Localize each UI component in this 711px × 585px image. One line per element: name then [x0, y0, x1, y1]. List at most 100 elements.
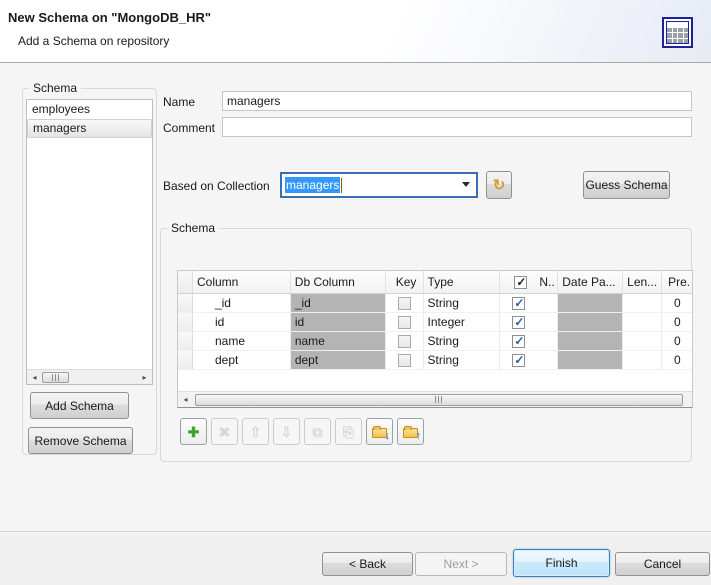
- cell-precision[interactable]: 0: [662, 313, 693, 332]
- name-input[interactable]: [222, 91, 692, 111]
- cell-db-column[interactable]: dept: [291, 351, 386, 370]
- scrollbar-thumb[interactable]: [42, 372, 69, 383]
- sync-icon: ↻: [493, 177, 506, 194]
- col-header-nullable[interactable]: N..: [500, 271, 558, 293]
- cell-column[interactable]: dept: [193, 351, 291, 370]
- export-schema-button[interactable]: ↑: [397, 418, 424, 445]
- add-column-button[interactable]: ✚: [180, 418, 207, 445]
- nullable-checkbox[interactable]: [512, 316, 525, 329]
- cell-key[interactable]: [386, 313, 424, 332]
- schema-list-group-label: Schema: [29, 81, 81, 95]
- move-up-button: ⇧: [242, 418, 269, 445]
- add-schema-button[interactable]: Add Schema: [30, 392, 129, 419]
- cancel-button[interactable]: Cancel: [615, 552, 710, 576]
- dialog-subtitle: Add a Schema on repository: [18, 34, 169, 48]
- guess-schema-button[interactable]: Guess Schema: [583, 171, 670, 199]
- scroll-left-icon[interactable]: ◂: [178, 395, 193, 404]
- cell-precision[interactable]: 0: [662, 351, 693, 370]
- select-all-nullable-checkbox[interactable]: [514, 276, 527, 289]
- cell-nullable[interactable]: [500, 332, 558, 351]
- cell-length[interactable]: [623, 294, 662, 313]
- arrow-down-icon: ⇩: [281, 425, 293, 439]
- nullable-checkbox[interactable]: [512, 354, 525, 367]
- collection-selected-text: managers: [285, 177, 340, 193]
- cell-nullable[interactable]: [500, 294, 558, 313]
- collection-combobox[interactable]: managers: [280, 172, 478, 198]
- cell-date-pattern[interactable]: [558, 351, 623, 370]
- table-row[interactable]: dept dept String 0: [178, 351, 693, 370]
- key-checkbox[interactable]: [398, 354, 411, 367]
- folder-import-icon: ↓: [372, 428, 387, 438]
- schema-table-icon-grid: [666, 21, 689, 44]
- cell-column[interactable]: _id: [193, 294, 291, 313]
- cell-db-column[interactable]: id: [291, 313, 386, 332]
- button-bar: < Back Next > Finish Cancel: [0, 531, 711, 585]
- col-header-precision[interactable]: Pre.: [662, 271, 693, 293]
- cell-type[interactable]: String: [424, 351, 501, 370]
- remove-schema-button[interactable]: Remove Schema: [28, 427, 133, 454]
- table-row[interactable]: name name String 0: [178, 332, 693, 351]
- cell-column[interactable]: id: [193, 313, 291, 332]
- list-item-managers[interactable]: managers: [27, 119, 152, 138]
- back-button[interactable]: < Back: [322, 552, 413, 576]
- folder-export-icon: ↑: [403, 428, 418, 438]
- col-header-date-pattern[interactable]: Date Pa...: [558, 271, 623, 293]
- schema-list[interactable]: employees managers ◂ ▸: [26, 99, 153, 385]
- cell-column[interactable]: name: [193, 332, 291, 351]
- nullable-checkbox[interactable]: [512, 335, 525, 348]
- nullable-checkbox[interactable]: [512, 297, 525, 310]
- scroll-right-icon[interactable]: ▸: [137, 370, 152, 385]
- next-button: Next >: [415, 552, 507, 576]
- copy-button: ⧉: [304, 418, 331, 445]
- key-checkbox[interactable]: [398, 335, 411, 348]
- col-header-length[interactable]: Len...: [623, 271, 662, 293]
- row-header-column: [178, 271, 193, 293]
- copy-icon: ⧉: [313, 425, 323, 439]
- dialog-title: New Schema on "MongoDB_HR": [8, 10, 211, 25]
- col-header-column[interactable]: Column: [193, 271, 291, 293]
- col-header-type[interactable]: Type: [424, 271, 501, 293]
- cell-key[interactable]: [386, 351, 424, 370]
- table-header-row: Column Db Column Key Type N.. Date Pa...…: [178, 271, 693, 294]
- table-hscrollbar[interactable]: ◂: [178, 391, 692, 407]
- cell-nullable[interactable]: [500, 351, 558, 370]
- col-header-db-column[interactable]: Db Column: [291, 271, 386, 293]
- cell-type[interactable]: String: [424, 294, 501, 313]
- cell-length[interactable]: [623, 351, 662, 370]
- cell-length[interactable]: [623, 332, 662, 351]
- cell-type[interactable]: Integer: [424, 313, 501, 332]
- cell-length[interactable]: [623, 313, 662, 332]
- list-item-employees[interactable]: employees: [27, 100, 152, 119]
- cell-key[interactable]: [386, 294, 424, 313]
- cell-db-column[interactable]: _id: [291, 294, 386, 313]
- col-header-key[interactable]: Key: [386, 271, 424, 293]
- scroll-left-icon[interactable]: ◂: [27, 370, 42, 385]
- paste-icon: ⎘: [343, 425, 354, 439]
- paste-button: ⎘: [335, 418, 362, 445]
- scrollbar-thumb[interactable]: [195, 394, 683, 406]
- chevron-down-icon[interactable]: [462, 182, 470, 187]
- comment-input[interactable]: [222, 117, 692, 137]
- finish-button[interactable]: Finish: [513, 549, 610, 577]
- x-icon: ✖: [219, 425, 231, 439]
- schema-table-group-label: Schema: [167, 221, 219, 235]
- cell-key[interactable]: [386, 332, 424, 351]
- table-row[interactable]: id id Integer 0: [178, 313, 693, 332]
- cell-date-pattern[interactable]: [558, 313, 623, 332]
- table-row[interactable]: _id _id String 0: [178, 294, 693, 313]
- cell-type[interactable]: String: [424, 332, 501, 351]
- schema-table[interactable]: Column Db Column Key Type N.. Date Pa...…: [177, 270, 693, 408]
- import-schema-button[interactable]: ↓: [366, 418, 393, 445]
- cell-date-pattern[interactable]: [558, 332, 623, 351]
- cell-db-column[interactable]: name: [291, 332, 386, 351]
- key-checkbox[interactable]: [398, 316, 411, 329]
- cell-nullable[interactable]: [500, 313, 558, 332]
- cell-precision[interactable]: 0: [662, 332, 693, 351]
- cell-date-pattern[interactable]: [558, 294, 623, 313]
- move-down-button: ⇩: [273, 418, 300, 445]
- refresh-collections-button[interactable]: ↻: [486, 171, 512, 199]
- cell-precision[interactable]: 0: [662, 294, 693, 313]
- key-checkbox[interactable]: [398, 297, 411, 310]
- schema-list-hscrollbar[interactable]: ◂ ▸: [27, 369, 152, 384]
- based-on-collection-label: Based on Collection: [163, 179, 270, 193]
